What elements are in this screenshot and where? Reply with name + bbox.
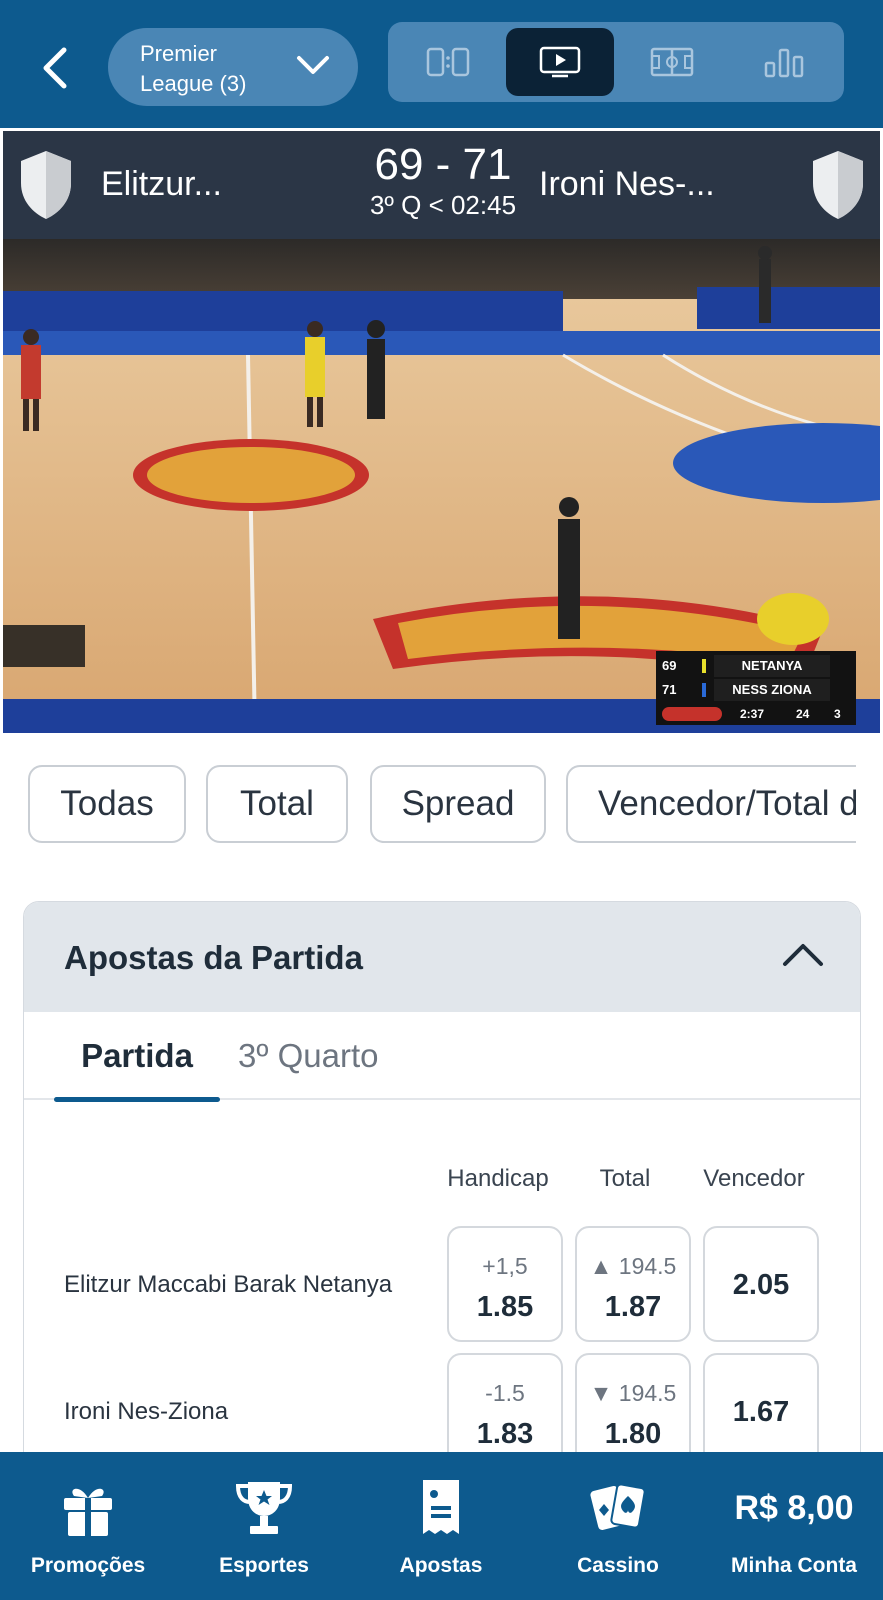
overlay-away-score: 71 bbox=[662, 682, 677, 697]
market-period-tabs: Partida 3º Quarto bbox=[24, 1012, 860, 1102]
odd-line: -1.5 bbox=[485, 1380, 525, 1406]
odd-price: 2.05 bbox=[732, 1269, 790, 1301]
top-nav-bar: Premier League (3) bbox=[0, 0, 883, 128]
match-bets-header[interactable]: Apostas da Partida bbox=[24, 902, 860, 1012]
bottom-navigation: Promoções Esportes Apostas Cassino R$ 8,… bbox=[0, 1452, 883, 1600]
nav-apostas[interactable]: Apostas bbox=[353, 1452, 529, 1600]
view-mode-toggle bbox=[388, 22, 844, 102]
odd-home-handicap[interactable]: +1,5 1.85 bbox=[447, 1226, 563, 1342]
filter-todas[interactable]: Todas bbox=[28, 765, 186, 843]
nav-label: Apostas bbox=[399, 1554, 483, 1577]
court-icon bbox=[650, 47, 694, 77]
odd-price: 1.80 bbox=[604, 1418, 662, 1450]
nav-promocoes[interactable]: Promoções bbox=[0, 1452, 176, 1600]
match-bets-title: Apostas da Partida bbox=[64, 939, 363, 976]
market-filter-bar: Todas Total Spread Vencedor/Total de bbox=[28, 765, 856, 845]
back-button[interactable] bbox=[30, 40, 80, 96]
overlay-away-team: NESS ZIONA bbox=[714, 679, 830, 701]
live-video-player[interactable]: 69 NETANYA 71 NESS ZIONA 2:37 24 3 bbox=[3, 239, 880, 733]
odd-price: 1.85 bbox=[476, 1291, 534, 1323]
overlay-home-team: NETANYA bbox=[714, 655, 830, 677]
live-stream-icon bbox=[539, 46, 581, 78]
tab-scoreboard[interactable] bbox=[394, 28, 502, 96]
chevron-left-icon bbox=[43, 47, 67, 89]
match-score: 69 - 71 bbox=[374, 140, 512, 189]
filter-spread[interactable]: Spread bbox=[370, 765, 546, 843]
match-bets-card: Apostas da Partida Partida 3º Quarto Han… bbox=[23, 901, 861, 1461]
odd-price: 1.67 bbox=[732, 1396, 790, 1428]
nav-esportes[interactable]: Esportes bbox=[176, 1452, 352, 1600]
odd-away-handicap[interactable]: -1.5 1.83 bbox=[447, 1353, 563, 1460]
nav-minha-conta[interactable]: R$ 8,00 Minha Conta bbox=[706, 1452, 882, 1600]
tab-partida[interactable]: Partida bbox=[54, 1012, 220, 1102]
nav-label: Promoções bbox=[30, 1554, 146, 1577]
overlay-shot-clock: 24 bbox=[796, 707, 810, 721]
odd-line: +1,5 bbox=[482, 1253, 528, 1279]
tab-3-quarto[interactable]: 3º Quarto bbox=[238, 1012, 378, 1100]
trophy-icon bbox=[235, 1482, 293, 1534]
ticket-icon bbox=[423, 1480, 459, 1534]
match-clock: 3º Q < 02:45 bbox=[369, 190, 517, 220]
stats-icon bbox=[764, 48, 804, 78]
column-vencedor: Vencedor bbox=[703, 1165, 805, 1192]
gift-icon bbox=[64, 1488, 112, 1536]
league-label: Premier League (3) bbox=[140, 41, 247, 96]
row-team-away: Ironi Nes-Ziona bbox=[64, 1398, 229, 1425]
filter-vencedor-total[interactable]: Vencedor/Total de bbox=[566, 765, 856, 843]
away-team-name: Ironi Nes-... bbox=[539, 165, 715, 203]
away-team-shield-icon bbox=[813, 151, 863, 219]
broadcast-score-overlay: 69 NETANYA 71 NESS ZIONA 2:37 24 3 bbox=[656, 651, 856, 725]
home-team-name: Elitzur... bbox=[101, 165, 222, 203]
home-team-shield-icon bbox=[21, 151, 71, 219]
overlay-home-score: 69 bbox=[662, 658, 677, 673]
nav-label: Minha Conta bbox=[731, 1554, 857, 1577]
column-total: Total bbox=[599, 1165, 651, 1192]
row-team-home: Elitzur Maccabi Barak Netanya bbox=[64, 1271, 393, 1298]
column-handicap: Handicap bbox=[447, 1165, 549, 1192]
nav-label: Esportes bbox=[219, 1554, 309, 1577]
odd-home-winner[interactable]: 2.05 bbox=[703, 1226, 819, 1342]
odd-line: ▼ 194.5 bbox=[589, 1380, 677, 1406]
tab-court[interactable] bbox=[618, 28, 726, 96]
odd-price: 1.83 bbox=[476, 1418, 534, 1450]
nav-cassino[interactable]: Cassino bbox=[530, 1452, 706, 1600]
tab-stats[interactable] bbox=[730, 28, 838, 96]
nav-label: Cassino bbox=[577, 1554, 659, 1577]
overlay-quarter: 3 bbox=[834, 707, 841, 721]
cards-icon bbox=[590, 1483, 646, 1530]
odd-line: ▲ 194.5 bbox=[589, 1253, 677, 1279]
overlay-game-clock: 2:37 bbox=[740, 707, 765, 721]
account-balance: R$ 8,00 bbox=[734, 1489, 854, 1527]
odd-home-total[interactable]: ▲ 194.5 1.87 bbox=[575, 1226, 691, 1342]
live-scoreboard: Elitzur... 69 - 71 3º Q < 02:45 Ironi Ne… bbox=[3, 131, 880, 239]
league-selector[interactable]: Premier League (3) bbox=[108, 28, 358, 106]
odd-away-total[interactable]: ▼ 194.5 1.80 bbox=[575, 1353, 691, 1460]
tab-live-stream[interactable] bbox=[506, 28, 614, 96]
chevron-down-icon bbox=[297, 56, 329, 74]
scoreboard-icon bbox=[426, 47, 470, 77]
filter-total[interactable]: Total bbox=[206, 765, 348, 843]
odd-price: 1.87 bbox=[604, 1291, 662, 1323]
odd-away-winner[interactable]: 1.67 bbox=[703, 1353, 819, 1460]
chevron-up-icon bbox=[783, 944, 823, 966]
